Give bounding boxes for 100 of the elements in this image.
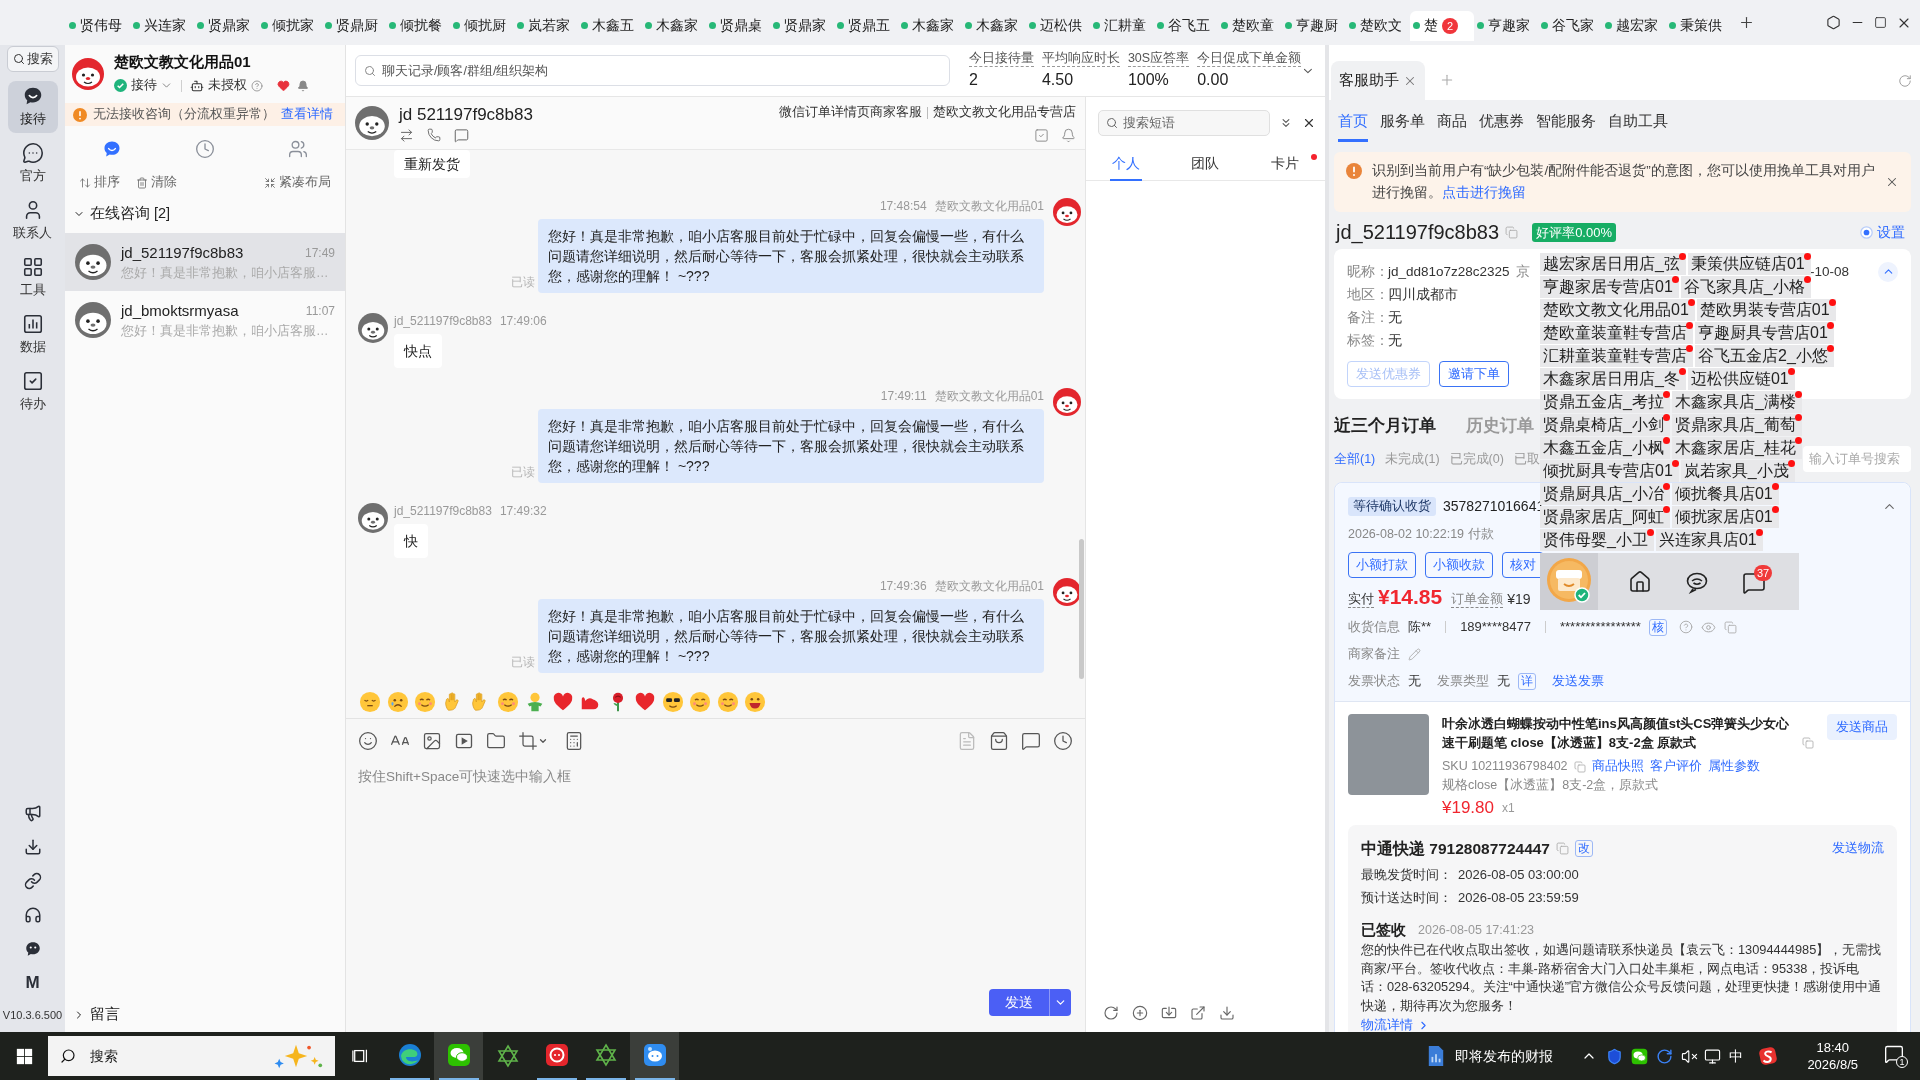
verify-button[interactable]: 核 <box>1648 618 1667 636</box>
group-header[interactable]: 在线咨询 [2] <box>65 200 345 228</box>
shop-menu-item[interactable]: 木鑫五金店_小枫 <box>1540 437 1670 459</box>
shop-menu-item[interactable]: 越宏家居日用店_弦 <box>1540 253 1686 275</box>
shop-menu-item[interactable]: 贤鼎家具店_葡萄 <box>1671 414 1802 436</box>
window-tab[interactable]: 汇耕童 <box>1090 10 1154 41</box>
send-invoice-link[interactable]: 发送发票 <box>1552 671 1604 691</box>
message-input[interactable]: 按住Shift+Space可快速选中输入框 <box>358 763 1073 989</box>
close-icon[interactable] <box>1302 116 1316 130</box>
sad-face-icon[interactable] <box>386 690 409 713</box>
window-tab[interactable]: 贤鼎五 <box>834 10 898 41</box>
panel-tab[interactable]: 客服助手 <box>1331 61 1425 100</box>
add-tab-icon[interactable] <box>1738 14 1755 31</box>
import-icon[interactable] <box>1161 1005 1177 1021</box>
shop-menu-item[interactable]: 倾扰厨具专营店01 <box>1540 460 1679 482</box>
shop-menu-item[interactable]: 倾扰家居店01 <box>1671 506 1779 528</box>
list-action-button[interactable]: 排序 <box>79 173 120 192</box>
refresh-icon[interactable] <box>1103 1005 1119 1021</box>
caret-icon[interactable] <box>538 736 548 746</box>
shop-menu-item[interactable]: 木鑫家具店_满楼 <box>1671 391 1802 413</box>
video-icon[interactable] <box>454 731 474 751</box>
window-tab[interactable]: 木鑫家 <box>898 10 962 41</box>
letter-icon[interactable]: M <box>25 974 40 992</box>
panel-nav-tab[interactable]: 服务单 <box>1380 100 1425 142</box>
window-tab[interactable]: 贤伟母 <box>66 10 130 41</box>
input-method-label[interactable]: 中 <box>1729 1045 1744 1067</box>
order-range-tab[interactable]: 近三个月订单 <box>1334 413 1436 439</box>
window-tab[interactable]: 楚欧文 <box>1346 10 1410 41</box>
search-field[interactable]: 聊天记录/顾客/群组/组织架构 <box>355 55 950 86</box>
wave-logo-icon[interactable] <box>1759 1047 1778 1065</box>
panel-nav-tab[interactable]: 智能服务 <box>1536 100 1596 142</box>
window-tab[interactable]: 倾扰餐 <box>386 10 450 41</box>
window-tab[interactable]: 岚若家 <box>514 10 578 41</box>
order-action-button[interactable]: 小额打款 <box>1348 552 1416 579</box>
shop-menu-item[interactable]: 贤鼎五金店_考拉 <box>1540 391 1670 413</box>
clock-time[interactable]: 18:40 <box>1816 1039 1849 1056</box>
nav-item[interactable]: 工具 <box>7 252 58 304</box>
bell-icon[interactable] <box>297 79 309 92</box>
bag-icon[interactable] <box>989 731 1009 751</box>
link-icon[interactable] <box>23 872 42 890</box>
heart-icon[interactable] <box>634 690 656 713</box>
window-tab[interactable]: 倾扰厨 <box>450 10 514 41</box>
bell-icon[interactable] <box>1061 127 1076 143</box>
nav-item[interactable]: 待办 <box>7 366 58 418</box>
document-icon[interactable] <box>1427 1045 1446 1067</box>
collapse-button[interactable] <box>1878 261 1898 282</box>
shop-menu-item[interactable]: 贤鼎厨具店_小冶 <box>1540 483 1670 505</box>
transfer-icon[interactable] <box>399 127 414 143</box>
window-tab[interactable]: 越宏家 <box>1602 10 1666 41</box>
send-product-button[interactable]: 发送商品 <box>1827 714 1897 741</box>
chat-bubbles-icon[interactable] <box>1631 1047 1649 1065</box>
shop-menu-item[interactable]: 迈松供应链01 <box>1687 368 1795 390</box>
product-link[interactable]: 客户评价 <box>1649 757 1702 777</box>
window-tab[interactable]: 倾扰家 <box>258 10 322 41</box>
phrase-tab[interactable]: 团队 <box>1189 150 1222 181</box>
shop-menu-item[interactable]: 贤鼎桌椅店_小剑 <box>1540 414 1670 436</box>
phrase-tab[interactable]: 个人 <box>1109 150 1142 181</box>
calculator-icon[interactable] <box>564 731 584 751</box>
radio-icon[interactable] <box>1860 225 1873 239</box>
panel-nav-tab[interactable]: 自助工具 <box>1608 100 1668 142</box>
smiling-face-icon[interactable] <box>716 690 739 713</box>
window-tab[interactable]: 贤鼎家 <box>770 10 834 41</box>
megaphone-icon[interactable] <box>23 804 42 822</box>
shop-menu-item[interactable]: 谷飞家具店_小格 <box>1680 276 1811 298</box>
window-tab[interactable]: 亨趣厨 <box>1282 10 1346 41</box>
customer-action-button[interactable]: 邀请下单 <box>1439 361 1509 388</box>
add-icon[interactable] <box>1132 1005 1148 1021</box>
monitor-icon[interactable] <box>1704 1047 1722 1065</box>
window-tab[interactable]: 木鑫家 <box>642 10 706 41</box>
image-icon[interactable] <box>422 731 442 751</box>
window-tab[interactable]: 贤鼎桌 <box>706 10 770 41</box>
list-action-button[interactable]: 清除 <box>136 173 177 192</box>
clock-icon[interactable] <box>195 139 215 159</box>
taskbar-app-button[interactable] <box>630 1032 679 1080</box>
check-square-icon[interactable] <box>1034 127 1049 143</box>
phrase-search-field[interactable]: 搜索短语 <box>1098 110 1271 136</box>
shop-menu-item[interactable]: 秉策供应链店01 <box>1687 253 1811 275</box>
headset-icon[interactable] <box>23 906 42 924</box>
message-icon[interactable] <box>1021 731 1041 751</box>
folder-icon[interactable] <box>486 731 506 751</box>
shop-menu-item[interactable]: 岚若家具_小茂 <box>1680 460 1795 482</box>
conversation-item[interactable]: jd_bmoktsrmyasa 11:07 您好！真是非常抱歉，咱小店客服… <box>65 291 345 349</box>
smiley-icon[interactable] <box>358 731 378 751</box>
smiling-face-icon[interactable] <box>689 690 711 713</box>
window-tab[interactable]: 谷飞五 <box>1154 10 1218 41</box>
window-tab[interactable]: 楚欧童 <box>1218 10 1282 41</box>
order-filter-tab[interactable]: 全部(1) <box>1334 449 1376 469</box>
sleepy-face-icon[interactable] <box>359 690 381 713</box>
window-tab[interactable]: 楚 2 <box>1410 10 1474 41</box>
smiling-face-icon[interactable] <box>414 690 436 713</box>
clock-icon[interactable] <box>1053 731 1073 751</box>
people-icon[interactable] <box>288 139 309 159</box>
shield-icon[interactable] <box>1606 1047 1624 1065</box>
shop-menu-item[interactable]: 亨趣厨具专营店01 <box>1695 322 1834 344</box>
send-button[interactable]: 发送 <box>989 989 1049 1016</box>
nav-item[interactable]: 数据 <box>7 309 58 361</box>
product-link[interactable]: 商品快照 <box>1591 757 1644 777</box>
order-search-field[interactable]: 输入订单号搜索 <box>1803 446 1911 473</box>
window-tab[interactable]: 兴连家 <box>130 10 194 41</box>
home-icon[interactable] <box>1628 569 1652 594</box>
